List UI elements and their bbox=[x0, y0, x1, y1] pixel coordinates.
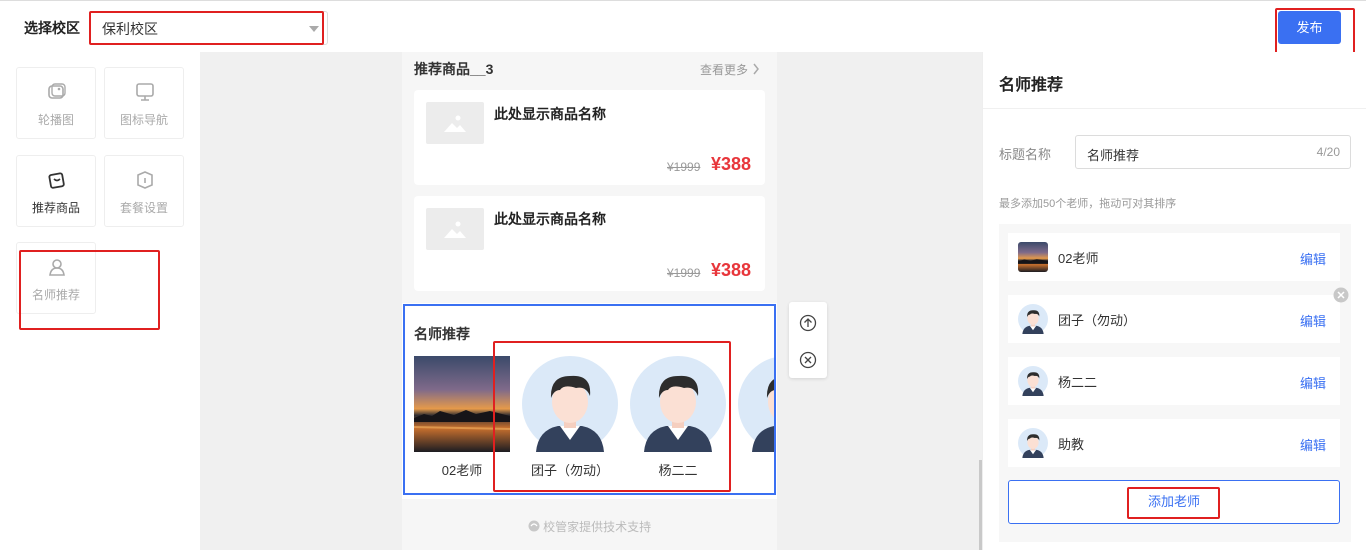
footer-text: 校管家提供技术支持 bbox=[543, 520, 652, 534]
teacher-name: 团子（勿动） bbox=[522, 456, 618, 486]
teacher-limit-hint: 最多添加50个老师，拖动可对其排序 bbox=[999, 198, 1177, 210]
component-label: 轮播图 bbox=[37, 113, 74, 127]
teacher-card[interactable]: 02老师 bbox=[414, 356, 510, 486]
title-input-value: 名师推荐 bbox=[1087, 148, 1140, 163]
default-avatar-icon bbox=[1018, 366, 1048, 396]
component-recommend-products[interactable]: 推荐商品 bbox=[16, 155, 96, 227]
icon-navigation-icon bbox=[136, 83, 154, 101]
char-counter: 4/20 bbox=[1316, 145, 1340, 159]
teacher-card[interactable]: 团子（勿动） bbox=[522, 356, 618, 486]
image-placeholder-icon bbox=[444, 221, 466, 238]
product-thumbnail bbox=[426, 208, 484, 250]
teacher-name: 助 bbox=[738, 456, 775, 486]
component-label: 推荐商品 bbox=[31, 201, 80, 215]
teacher-section[interactable]: 名师推荐 02老师 团子（勿动） 杨二二 助 bbox=[402, 303, 777, 499]
teacher-card[interactable]: 助 bbox=[738, 356, 775, 486]
component-package-settings[interactable]: 套餐设置 bbox=[104, 155, 184, 227]
product-card[interactable]: 此处显示商品名称 ¥1999 ¥388 bbox=[414, 90, 765, 185]
component-icon-nav[interactable]: 图标导航 bbox=[104, 67, 184, 139]
component-teacher-recommend[interactable]: 名师推荐 bbox=[16, 242, 96, 314]
brand-logo-icon bbox=[528, 520, 540, 532]
teacher-name: 助教 bbox=[1058, 437, 1085, 452]
recommend-products-icon bbox=[48, 172, 65, 189]
chevron-down-icon bbox=[309, 26, 319, 32]
component-label: 名师推荐 bbox=[31, 288, 80, 302]
product-name: 此处显示商品名称 bbox=[494, 106, 606, 122]
component-carousel[interactable]: 轮播图 bbox=[16, 67, 96, 139]
original-price: ¥1999 bbox=[667, 266, 701, 280]
teacher-row[interactable]: 杨二二 编辑 bbox=[1008, 357, 1340, 405]
teacher-icon bbox=[49, 259, 65, 276]
teacher-card[interactable]: 杨二二 bbox=[630, 356, 726, 486]
component-panel: 轮播图 图标导航 推荐商品 套餐设置 名师推荐 bbox=[0, 52, 200, 550]
teacher-row[interactable]: 02老师 编辑 bbox=[1008, 233, 1340, 281]
default-avatar-icon bbox=[1018, 428, 1048, 458]
edit-link[interactable]: 编辑 bbox=[1300, 373, 1326, 392]
sale-price: ¥388 bbox=[711, 154, 752, 174]
view-more-label: 查看更多 bbox=[700, 63, 749, 77]
teacher-row[interactable]: 团子（勿动） 编辑 bbox=[1008, 295, 1340, 343]
default-avatar-icon bbox=[522, 356, 618, 452]
title-name-input[interactable]: 名师推荐 4/20 bbox=[1075, 135, 1351, 169]
teacher-scroll-list[interactable]: 02老师 团子（勿动） 杨二二 助 bbox=[414, 356, 775, 486]
teacher-name: 02老师 bbox=[1058, 251, 1099, 266]
product-name: 此处显示商品名称 bbox=[494, 211, 606, 227]
campus-label: 选择校区 bbox=[24, 20, 80, 36]
chevron-right-icon bbox=[753, 63, 760, 75]
phone-preview: 推荐商品__3 查看更多 此处显示商品名称 ¥1999 ¥388 此处显示商品名… bbox=[402, 52, 777, 550]
default-avatar-icon bbox=[630, 356, 726, 452]
teacher-name: 团子（勿动） bbox=[1058, 313, 1137, 328]
delete-icon[interactable] bbox=[799, 351, 817, 369]
add-teacher-button[interactable]: 添加老师 bbox=[1008, 480, 1340, 524]
component-label: 图标导航 bbox=[119, 113, 168, 127]
teacher-photo bbox=[414, 356, 510, 452]
teacher-photo bbox=[1018, 242, 1048, 272]
original-price: ¥1999 bbox=[667, 160, 701, 174]
image-placeholder-icon bbox=[444, 115, 466, 132]
view-more-link[interactable]: 查看更多 bbox=[700, 61, 760, 79]
image-carousel-icon bbox=[48, 83, 66, 99]
component-label: 套餐设置 bbox=[119, 201, 168, 215]
products-section-title: 推荐商品__3 bbox=[414, 61, 494, 77]
product-thumbnail bbox=[426, 102, 484, 144]
top-bar: 选择校区 保利校区 发布 bbox=[0, 0, 1366, 52]
title-field-label: 标题名称 bbox=[999, 147, 1052, 162]
teacher-name: 杨二二 bbox=[630, 456, 726, 486]
default-avatar-icon bbox=[1018, 304, 1048, 334]
teacher-name: 02老师 bbox=[414, 456, 510, 486]
teacher-row[interactable]: 助教 编辑 bbox=[1008, 419, 1340, 467]
edit-link[interactable]: 编辑 bbox=[1300, 435, 1326, 454]
divider bbox=[983, 108, 1366, 109]
publish-button[interactable]: 发布 bbox=[1278, 11, 1341, 44]
edit-link[interactable]: 编辑 bbox=[1300, 311, 1326, 330]
section-tools bbox=[789, 302, 827, 378]
package-settings-icon bbox=[137, 171, 153, 189]
default-avatar-icon bbox=[738, 356, 775, 452]
teacher-name: 杨二二 bbox=[1058, 375, 1098, 390]
campus-select-value: 保利校区 bbox=[102, 21, 158, 37]
edit-link[interactable]: 编辑 bbox=[1300, 249, 1326, 268]
sale-price: ¥388 bbox=[711, 260, 752, 280]
panel-title: 名师推荐 bbox=[999, 77, 1064, 94]
move-up-icon[interactable] bbox=[799, 314, 817, 332]
tech-support-footer: 校管家提供技术支持 bbox=[402, 518, 777, 535]
product-card[interactable]: 此处显示商品名称 ¥1999 ¥388 bbox=[414, 196, 765, 291]
teacher-section-title: 名师推荐 bbox=[414, 326, 470, 342]
campus-select[interactable]: 保利校区 bbox=[90, 11, 328, 45]
remove-icon[interactable] bbox=[1333, 287, 1349, 303]
